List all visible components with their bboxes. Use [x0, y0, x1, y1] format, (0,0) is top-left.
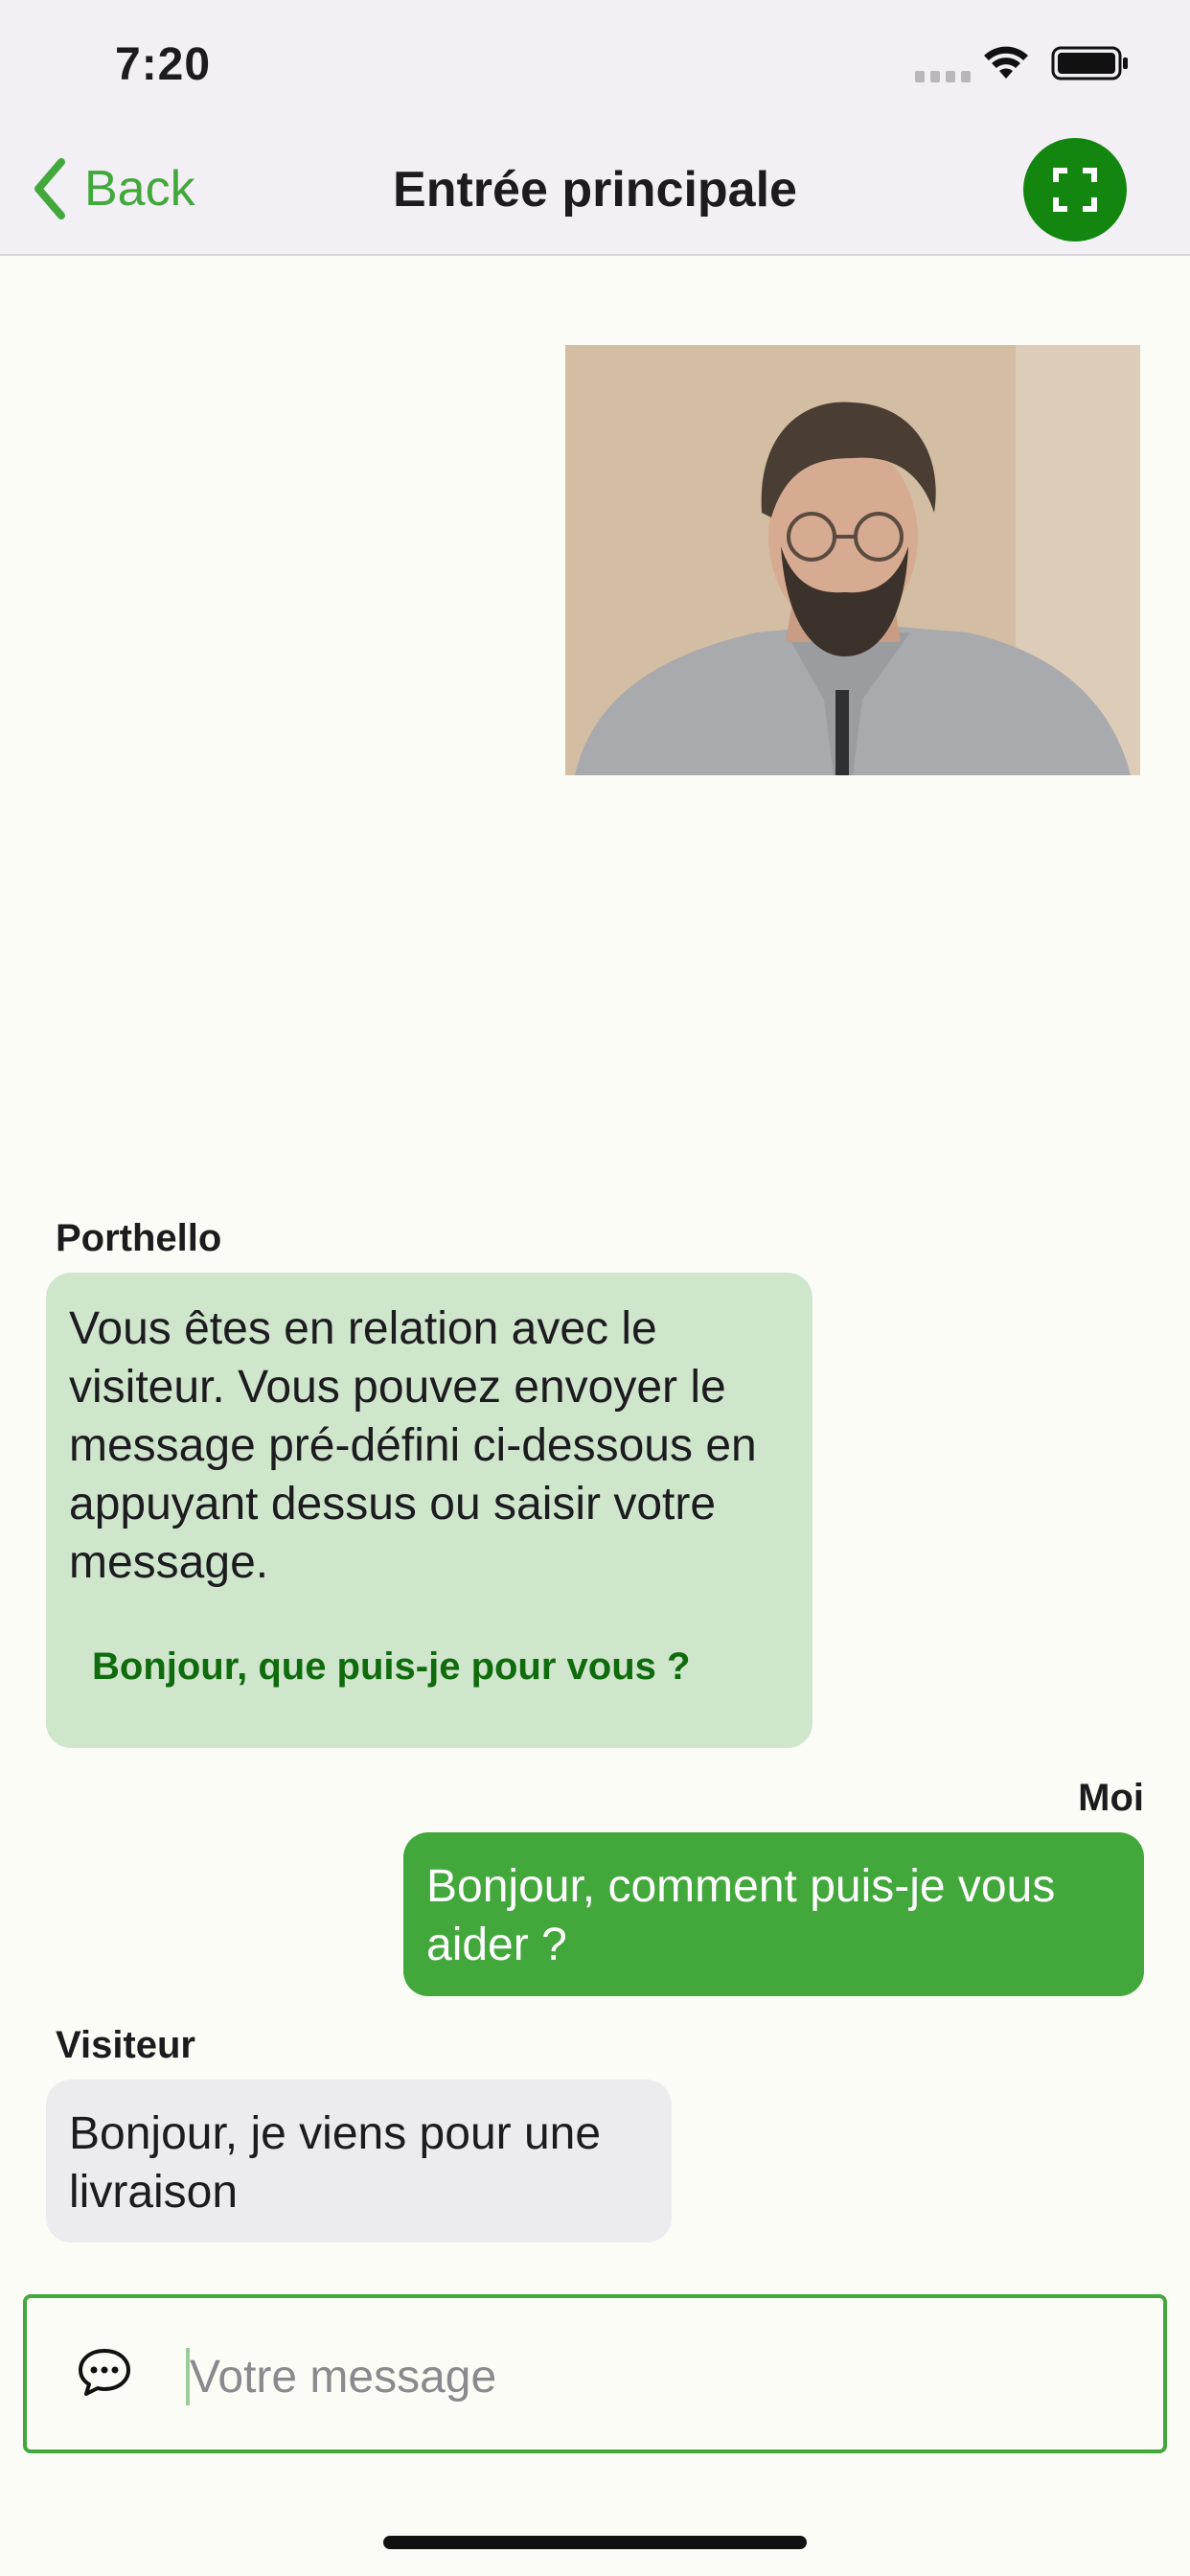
fullscreen-button[interactable] [1023, 138, 1127, 242]
message-input[interactable] [188, 2333, 1111, 2421]
page-title: Entrée principale [393, 162, 797, 218]
top-bar: 7:20 Back Entrée principale [0, 0, 1190, 256]
fullscreen-icon [1053, 168, 1097, 212]
chat-bubble-icon [79, 2349, 130, 2396]
visitor-message-bubble: Bonjour, je viens pour une livraison [46, 2080, 672, 2242]
message-text: Bonjour, comment puis-je vous aider ? [426, 1861, 1056, 1970]
my-message-bubble: Bonjour, comment puis-je vous aider ? [403, 1832, 1144, 1996]
wifi-icon [984, 46, 1028, 79]
message-sender: Porthello [56, 1217, 222, 1259]
cellular-signal-icon [915, 71, 971, 82]
visitor-video-feed[interactable] [565, 345, 1140, 775]
message-sender: Moi [1078, 1777, 1144, 1819]
message-sender: Visiteur [56, 2024, 195, 2066]
home-indicator[interactable] [383, 2536, 807, 2549]
system-message-bubble: Vous êtes en relation avec le visiteur. … [46, 1273, 812, 1748]
quick-reply-link[interactable]: Bonjour, que puis-je pour vous ? [92, 1638, 790, 1696]
status-time: 7:20 [115, 39, 212, 90]
message-text: Bonjour, je viens pour une livraison [69, 2108, 602, 2218]
message-input-box[interactable] [23, 2294, 1167, 2453]
visitor-video-image [565, 345, 1140, 775]
battery-icon [1051, 46, 1128, 80]
message-text: Vous êtes en relation avec le visiteur. … [69, 1303, 757, 1588]
